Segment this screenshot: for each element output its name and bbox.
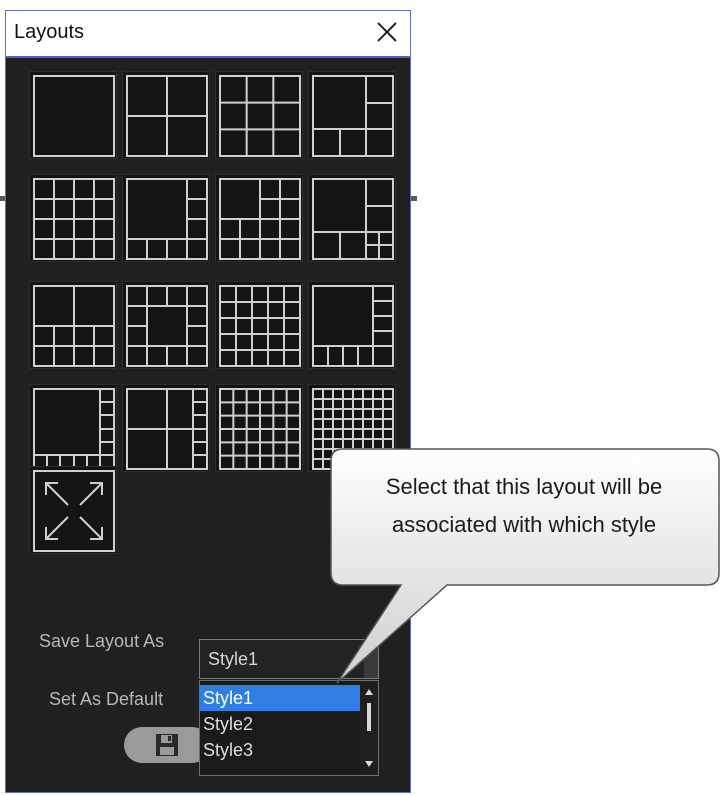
- layout-tile-12[interactable]: [308, 281, 396, 369]
- layout-tile-11[interactable]: [215, 281, 303, 369]
- layout-tile-9[interactable]: [29, 281, 117, 369]
- layout-tile-10[interactable]: [122, 281, 210, 369]
- layout-tile-7[interactable]: [215, 174, 303, 262]
- title-bar: Layouts: [6, 11, 410, 58]
- fullscreen-button[interactable]: [29, 466, 117, 554]
- layout-tile-8[interactable]: [308, 174, 396, 262]
- layout-tile-4[interactable]: [308, 71, 396, 159]
- bg-strip: [411, 196, 417, 201]
- main-plus-6-icon: [312, 178, 394, 260]
- layout-tile-1[interactable]: [29, 71, 117, 159]
- layout-tile-2[interactable]: [122, 71, 210, 159]
- window-title: Layouts: [14, 21, 85, 43]
- selected-style-value: Style1: [208, 649, 259, 669]
- main-plus-side-icon: [33, 388, 115, 470]
- grid-6x6-icon: [219, 388, 301, 470]
- fullscreen-expand-icon: [33, 470, 115, 552]
- quad-plus-8-icon: [33, 285, 115, 367]
- callout-line-2: associated with which style: [391, 512, 657, 537]
- quad-view-icon: [126, 75, 208, 157]
- layout-tile-15[interactable]: [215, 384, 303, 472]
- center-plus-12-icon: [126, 285, 208, 367]
- layout-tile-6[interactable]: [122, 174, 210, 262]
- floppy-disk-icon: [156, 734, 178, 756]
- callout-line-1: Select that this layout will be: [385, 474, 663, 499]
- layout-tile-3[interactable]: [215, 71, 303, 159]
- close-icon: [377, 22, 397, 42]
- layout-tile-14[interactable]: [122, 384, 210, 472]
- layout-tile-13[interactable]: [29, 384, 117, 472]
- close-button[interactable]: [370, 15, 404, 49]
- save-layout-label: Save Layout As: [39, 631, 165, 651]
- save-button[interactable]: [124, 727, 210, 763]
- main-plus-7-icon: [126, 178, 208, 260]
- main-plus-5-icon: [312, 75, 394, 157]
- grid-3x3-icon: [219, 75, 301, 157]
- quad-plus-side-icon: [126, 388, 208, 470]
- set-default-label: Set As Default: [49, 689, 164, 709]
- main-plus-13-icon: [312, 285, 394, 367]
- layout-tile-5[interactable]: [29, 174, 117, 262]
- main-plus-9-icon: [219, 178, 301, 260]
- grid-4x4-icon: [33, 178, 115, 260]
- grid-5x5-icon: [219, 285, 301, 367]
- single-view-icon: [33, 75, 115, 157]
